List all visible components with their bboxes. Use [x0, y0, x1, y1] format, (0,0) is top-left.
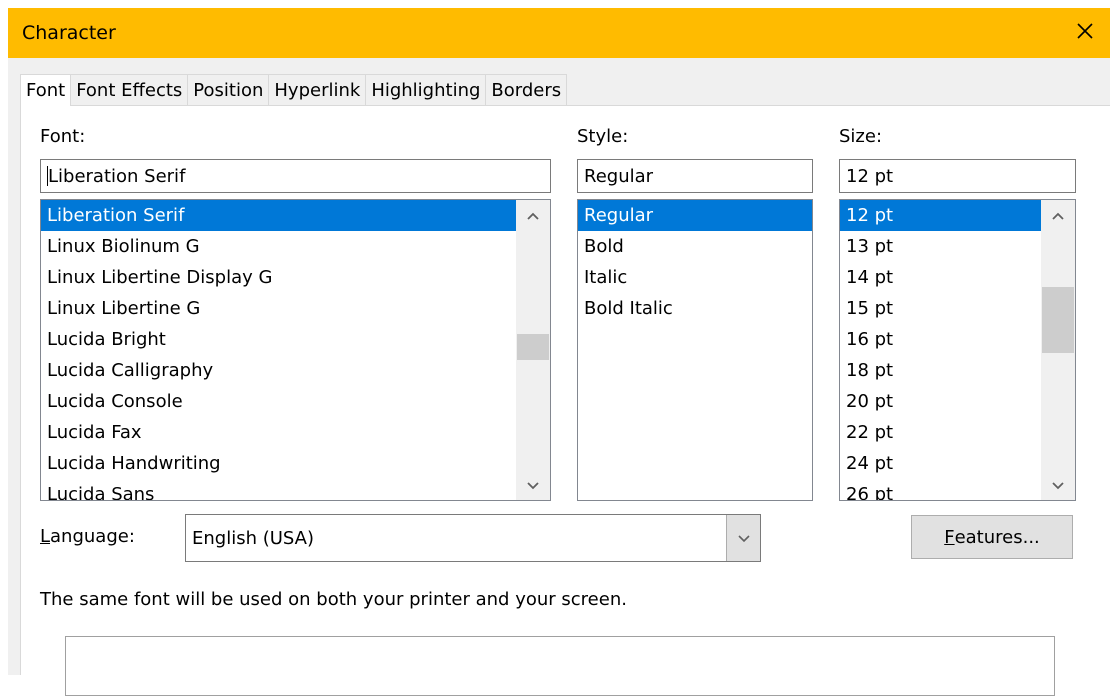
scroll-up-button[interactable] [516, 200, 550, 230]
tab-hyperlink[interactable]: Hyperlink [268, 74, 367, 106]
style-list-item[interactable]: Regular [578, 200, 812, 231]
tab-highlighting[interactable]: Highlighting [365, 74, 487, 106]
close-icon [1076, 22, 1094, 45]
font-tab-panel: Font: Style: Size: Liberation Serif Regu… [20, 105, 1110, 696]
tab-position[interactable]: Position [187, 74, 270, 106]
style-list-item[interactable]: Italic [578, 262, 812, 293]
font-list-item[interactable]: Lucida Bright [41, 324, 516, 355]
font-info-text: The same font will be used on both your … [40, 589, 627, 610]
size-value: 12 pt [846, 165, 894, 187]
size-input[interactable]: 12 pt [839, 159, 1076, 193]
chevron-down-icon [1051, 474, 1065, 496]
font-list-item[interactable]: Liberation Serif [41, 200, 516, 231]
chevron-up-icon [526, 204, 540, 226]
tab-font[interactable]: Font [20, 74, 72, 106]
font-list-item[interactable]: Lucida Sans [41, 479, 516, 500]
title-bar: Character [8, 8, 1110, 58]
font-label: Font: [40, 126, 86, 147]
font-list[interactable]: Liberation Serif Linux Biolinum G Linux … [40, 199, 551, 501]
chevron-down-icon [737, 528, 751, 549]
scroll-down-button[interactable] [516, 470, 550, 500]
size-list-scrollbar[interactable] [1041, 200, 1075, 500]
style-list[interactable]: Regular Bold Italic Bold Italic [577, 199, 813, 501]
window-title: Character [22, 22, 116, 44]
size-list-item[interactable]: 20 pt [840, 386, 1041, 417]
features-button[interactable]: Features... [911, 515, 1073, 559]
font-list-item[interactable]: Lucida Console [41, 386, 516, 417]
size-list-item[interactable]: 22 pt [840, 417, 1041, 448]
font-list-scrollbar[interactable] [516, 200, 550, 500]
scrollbar-thumb[interactable] [1042, 287, 1074, 353]
features-mnemonic: F [944, 526, 955, 548]
language-value: English (USA) [192, 527, 315, 549]
dialog-content: Font Font Effects Position Hyperlink Hig… [8, 58, 1110, 696]
language-label-text: anguage: [50, 526, 135, 547]
language-dropdown-button[interactable] [726, 515, 760, 561]
features-label: eatures... [954, 526, 1040, 548]
style-input[interactable]: Regular [577, 159, 813, 193]
chevron-up-icon [1051, 204, 1065, 226]
font-list-item[interactable]: Linux Libertine G [41, 293, 516, 324]
size-list-item[interactable]: 15 pt [840, 293, 1041, 324]
tab-borders[interactable]: Borders [485, 74, 568, 106]
size-list-item[interactable]: 12 pt [840, 200, 1041, 231]
font-preview-box [65, 636, 1055, 696]
style-list-item[interactable]: Bold Italic [578, 293, 812, 324]
tab-bar: Font Font Effects Position Hyperlink Hig… [20, 74, 568, 106]
font-list-item[interactable]: Lucida Fax [41, 417, 516, 448]
close-button[interactable] [1060, 8, 1110, 58]
font-list-item[interactable]: Lucida Handwriting [41, 448, 516, 479]
font-list-item[interactable]: Linux Biolinum G [41, 231, 516, 262]
size-list-item[interactable]: 16 pt [840, 324, 1041, 355]
size-list-item[interactable]: 13 pt [840, 231, 1041, 262]
chevron-down-icon [526, 474, 540, 496]
scroll-down-button[interactable] [1041, 470, 1075, 500]
tab-font-effects[interactable]: Font Effects [70, 74, 189, 106]
size-list-item[interactable]: 26 pt [840, 479, 1041, 500]
font-list-item[interactable]: Lucida Calligraphy [41, 355, 516, 386]
language-label: Language: [40, 526, 135, 547]
size-list-item[interactable]: 14 pt [840, 262, 1041, 293]
size-list-item[interactable]: 24 pt [840, 448, 1041, 479]
size-list[interactable]: 12 pt 13 pt 14 pt 15 pt 16 pt 18 pt 20 p… [839, 199, 1076, 501]
scroll-up-button[interactable] [1041, 200, 1075, 230]
font-name-value: Liberation Serif [48, 165, 186, 187]
size-list-item[interactable]: 18 pt [840, 355, 1041, 386]
style-label: Style: [577, 126, 629, 147]
scrollbar-thumb[interactable] [517, 334, 549, 360]
language-mnemonic: L [40, 526, 51, 547]
font-list-item[interactable]: Linux Libertine Display G [41, 262, 516, 293]
language-select[interactable]: English (USA) [185, 514, 761, 562]
style-value: Regular [584, 165, 654, 187]
style-list-item[interactable]: Bold [578, 231, 812, 262]
font-name-input[interactable]: Liberation Serif [40, 159, 551, 193]
size-label: Size: [839, 126, 883, 147]
